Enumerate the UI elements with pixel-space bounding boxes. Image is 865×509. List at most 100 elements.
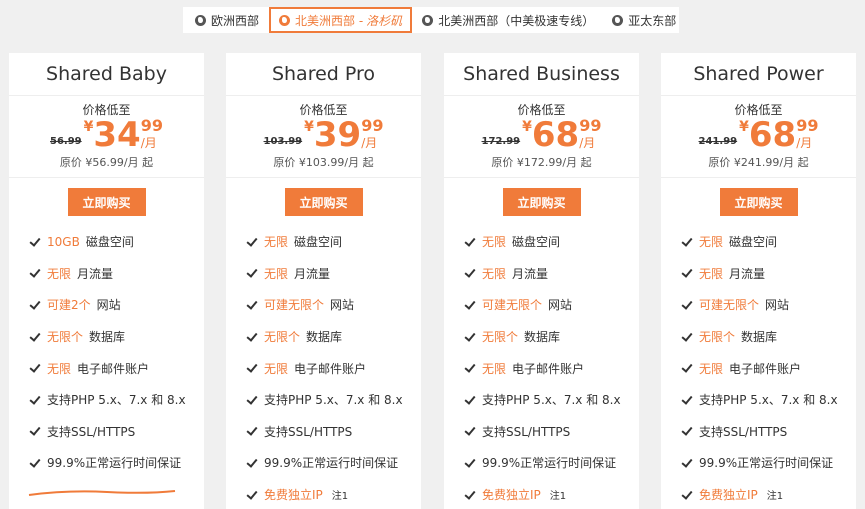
check-icon	[246, 425, 258, 437]
feature-item: 无限 磁盘空间	[681, 226, 856, 258]
currency-symbol: ¥	[522, 119, 532, 135]
feature-highlight: 无限	[699, 235, 724, 250]
tab-region-1[interactable]: 北美洲西部 - 洛杉矶	[269, 7, 413, 33]
feature-highlight: 无限	[482, 266, 507, 281]
check-icon	[29, 425, 41, 437]
tab-region-3[interactable]: 亚太东部	[604, 9, 684, 31]
feature-highlight: 无限	[264, 361, 289, 376]
check-icon	[681, 394, 693, 406]
price-fraction: 99 /月	[796, 117, 818, 153]
feature-highlight: 免费独立IP	[482, 488, 541, 503]
feature-item: 支持SSL/HTTPS	[29, 416, 204, 448]
buy-now-button[interactable]: 立即购买	[502, 188, 581, 216]
plan-card: Shared Pro 价格低至 103.99 ¥ 39 99 /月 原价 ¥10…	[226, 53, 421, 509]
feature-highlight: 免费独立IP	[264, 488, 323, 503]
feature-highlight: 可建无限个	[699, 298, 760, 313]
tab-region-0[interactable]: 欧洲西部	[187, 9, 267, 31]
feature-item: 无限 月流量	[681, 258, 856, 290]
price-fraction: 99 /月	[579, 117, 601, 153]
feature-item: 99.9%正常运行时间保证	[681, 447, 856, 479]
price-fraction: 99 /月	[141, 117, 163, 153]
feature-text: 网站	[548, 298, 573, 313]
check-icon	[29, 267, 41, 279]
check-icon	[681, 489, 693, 501]
feature-item: 支持SSL/HTTPS	[246, 416, 421, 448]
feature-highlight: 无限	[482, 235, 507, 250]
feature-list: 无限 磁盘空间 无限 月流量 可建无限个 网站 无限个 数据库 无限 电子邮件账…	[661, 226, 856, 509]
check-icon	[29, 394, 41, 406]
feature-highlight: 可建无限个	[482, 298, 543, 313]
feature-text: 支持SSL/HTTPS	[699, 424, 788, 439]
plan-name: Shared Pro	[226, 53, 421, 96]
buy-area: 立即购买	[661, 178, 856, 226]
feature-highlight: 免费独立IP	[699, 488, 758, 503]
feature-text: 月流量	[729, 266, 766, 281]
feature-item: 支持SSL/HTTPS	[681, 416, 856, 448]
feature-text: 支持SSL/HTTPS	[47, 424, 136, 439]
globe-icon	[612, 14, 624, 26]
feature-highlight: 可建无限个	[264, 298, 325, 313]
feature-item: 无限 月流量	[246, 258, 421, 290]
price-period: /月	[361, 136, 378, 150]
plan-name: Shared Power	[661, 53, 856, 96]
globe-icon	[422, 14, 434, 26]
feature-item: 无限个 数据库	[29, 321, 204, 353]
tab-label: 亚太东部	[628, 13, 677, 28]
currency-symbol: ¥	[739, 119, 749, 135]
feature-text: 网站	[330, 298, 355, 313]
buy-now-button[interactable]: 立即购买	[719, 188, 798, 216]
price-line: 172.99 ¥ 68 99 /月	[444, 117, 639, 154]
feature-text: 99.9%正常运行时间保证	[482, 456, 617, 471]
check-icon	[246, 236, 258, 248]
old-price: 56.99	[50, 136, 82, 147]
buy-now-button[interactable]: 立即购买	[67, 188, 146, 216]
price-integer: 34	[93, 115, 141, 155]
lowest-label: 价格低至	[517, 103, 566, 117]
feature-item: 无限 磁盘空间	[464, 226, 639, 258]
feature-item: 支持PHP 5.x、7.x 和 8.x	[464, 384, 639, 416]
check-icon	[246, 394, 258, 406]
check-icon	[464, 236, 476, 248]
feature-text: 网站	[96, 298, 121, 313]
buy-now-button[interactable]: 立即购买	[284, 188, 363, 216]
feature-highlight: 无限个	[264, 330, 301, 345]
original-price: 原价 ¥56.99/月 起	[59, 156, 154, 169]
decorative-underline	[28, 490, 176, 496]
tab-label: 北美洲西部（中美极速专线）	[438, 13, 595, 28]
price-integer: 39	[313, 115, 362, 155]
buy-area: 立即购买	[226, 178, 421, 226]
globe-icon	[279, 14, 291, 26]
plan-name: Shared Business	[444, 53, 639, 96]
price-integer: 68	[748, 115, 797, 155]
feature-text: 电子邮件账户	[512, 361, 585, 376]
check-icon	[464, 267, 476, 279]
old-price: 172.99	[481, 136, 521, 147]
feature-text: 月流量	[77, 266, 114, 281]
check-icon	[29, 299, 41, 311]
price-period: /月	[796, 136, 813, 150]
feature-text: 磁盘空间	[512, 235, 561, 250]
price-fraction: 99 /月	[361, 117, 383, 153]
buy-area: 立即购买	[9, 178, 204, 226]
feature-item: 可建无限个 网站	[464, 289, 639, 321]
feature-item: 可建2个 网站	[29, 289, 204, 321]
feature-text: 支持SSL/HTTPS	[264, 424, 353, 439]
old-price: 103.99	[263, 136, 303, 147]
feature-highlight: 无限个	[699, 330, 736, 345]
feature-item: 支持PHP 5.x、7.x 和 8.x	[681, 384, 856, 416]
check-icon	[246, 331, 258, 343]
tab-region-2[interactable]: 北美洲西部（中美极速专线）	[414, 9, 602, 31]
check-icon	[464, 457, 476, 469]
feature-item: 10GB 磁盘空间	[29, 226, 204, 258]
check-icon	[681, 299, 693, 311]
feature-highlight: 无限个	[482, 330, 519, 345]
feature-item: 可建无限个 网站	[681, 289, 856, 321]
feature-note: 注1	[549, 491, 567, 503]
check-icon	[464, 362, 476, 374]
price-period: /月	[140, 136, 157, 150]
price-block: 价格低至 103.99 ¥ 39 99 /月 原价 ¥103.99/月 起	[226, 96, 421, 178]
feature-text: 支持PHP 5.x、7.x 和 8.x	[47, 393, 186, 408]
check-icon	[29, 362, 41, 374]
feature-item: 无限 磁盘空间	[246, 226, 421, 258]
globe-icon	[195, 14, 206, 26]
